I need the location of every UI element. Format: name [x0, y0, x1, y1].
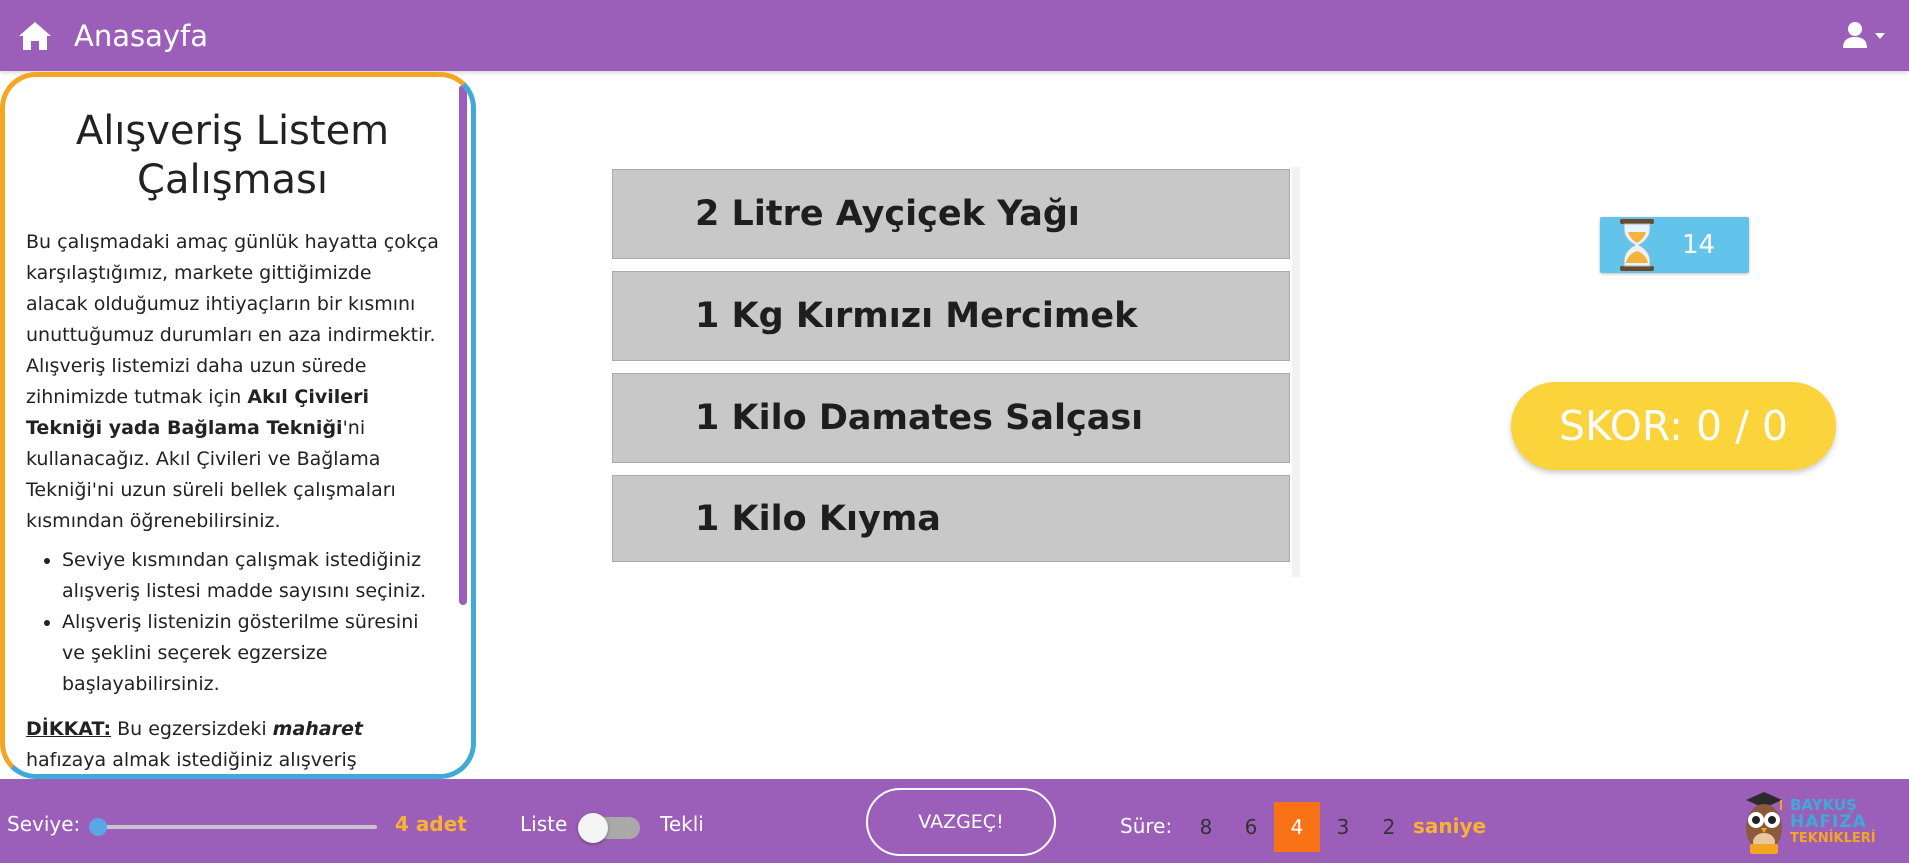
duration-option[interactable]: 6: [1228, 802, 1274, 852]
warning-emphasis: maharet: [272, 718, 363, 740]
mode-list-label: Liste: [520, 812, 568, 836]
instructions-panel: Alışveriş Listem Çalışması Bu çalışmadak…: [0, 72, 476, 779]
mode-toggle[interactable]: [578, 813, 642, 843]
scrollbar-thumb[interactable]: [459, 85, 467, 605]
duration-option[interactable]: 3: [1320, 802, 1366, 852]
shopping-list-item[interactable]: 1 Kilo Damates Salçası: [612, 373, 1290, 463]
duration-label: Süre:: [1120, 814, 1173, 838]
logo-text: TEKNİKLERİ: [1790, 831, 1876, 846]
user-menu-icon[interactable]: [1841, 20, 1891, 52]
score-badge: SKOR: 0 / 0: [1511, 382, 1836, 470]
countdown-timer: 14: [1600, 217, 1749, 273]
instructions-title: Alışveriş Listem Çalışması: [75, 108, 390, 203]
hourglass-icon: [1620, 219, 1654, 271]
level-label: Seviye:: [7, 812, 81, 836]
top-navbar: Anasayfa: [0, 0, 1909, 71]
toggle-knob[interactable]: [578, 813, 608, 843]
warning-paragraph: DİKKAT: Bu egzersizdeki maharet hafızaya…: [26, 714, 439, 774]
duration-option-selected[interactable]: 4: [1274, 802, 1320, 852]
list-edge: [1292, 167, 1300, 577]
level-slider-thumb[interactable]: [89, 818, 107, 836]
bottom-controls: Seviye: 4 adet Liste Tekli VAZGEÇ! Süre:…: [0, 779, 1909, 863]
duration-unit: saniye: [1413, 814, 1487, 838]
brand-logo: BAYKUŞ HAFIZA TEKNİKLERİ: [1740, 784, 1890, 859]
mode-single-label: Tekli: [660, 812, 704, 836]
duration-option[interactable]: 8: [1183, 802, 1229, 852]
warning-label: DİKKAT:: [26, 718, 112, 740]
instructions-text: Bu çalışmadaki amaç günlük hayatta çokça…: [26, 231, 439, 408]
shopping-list-item[interactable]: 2 Litre Ayçiçek Yağı: [612, 169, 1290, 259]
level-value: 4 adet: [395, 812, 467, 836]
timer-value: 14: [1682, 230, 1716, 260]
warning-text: Bu egzersizdeki: [111, 718, 273, 740]
instructions-list: Seviye kısmından çalışmak istediğiniz al…: [62, 545, 439, 700]
level-slider[interactable]: [95, 825, 377, 829]
duration-option[interactable]: 2: [1366, 802, 1412, 852]
cancel-button[interactable]: VAZGEÇ!: [866, 788, 1056, 856]
warning-text-cont: hafızaya almak istediğiniz alışveriş lis…: [26, 749, 357, 771]
instructions-paragraph: Bu çalışmadaki amaç günlük hayatta çokça…: [26, 227, 439, 537]
list-item: Seviye kısmından çalışmak istediğiniz al…: [62, 545, 439, 607]
logo-text: HAFIZA: [1790, 812, 1867, 832]
owl-icon: [1746, 792, 1782, 854]
shopping-list-item[interactable]: 1 Kilo Kıyma: [612, 475, 1290, 562]
home-icon[interactable]: [18, 20, 52, 52]
page-title[interactable]: Anasayfa: [74, 19, 208, 53]
shopping-list-item[interactable]: 1 Kg Kırmızı Mercimek: [612, 271, 1290, 361]
list-item: Alışveriş listenizin gösterilme süresini…: [62, 607, 439, 700]
instructions-content[interactable]: Alışveriş Listem Çalışması Bu çalışmadak…: [5, 77, 457, 774]
shopping-list: 2 Litre Ayçiçek Yağı 1 Kg Kırmızı Mercim…: [610, 167, 1300, 577]
